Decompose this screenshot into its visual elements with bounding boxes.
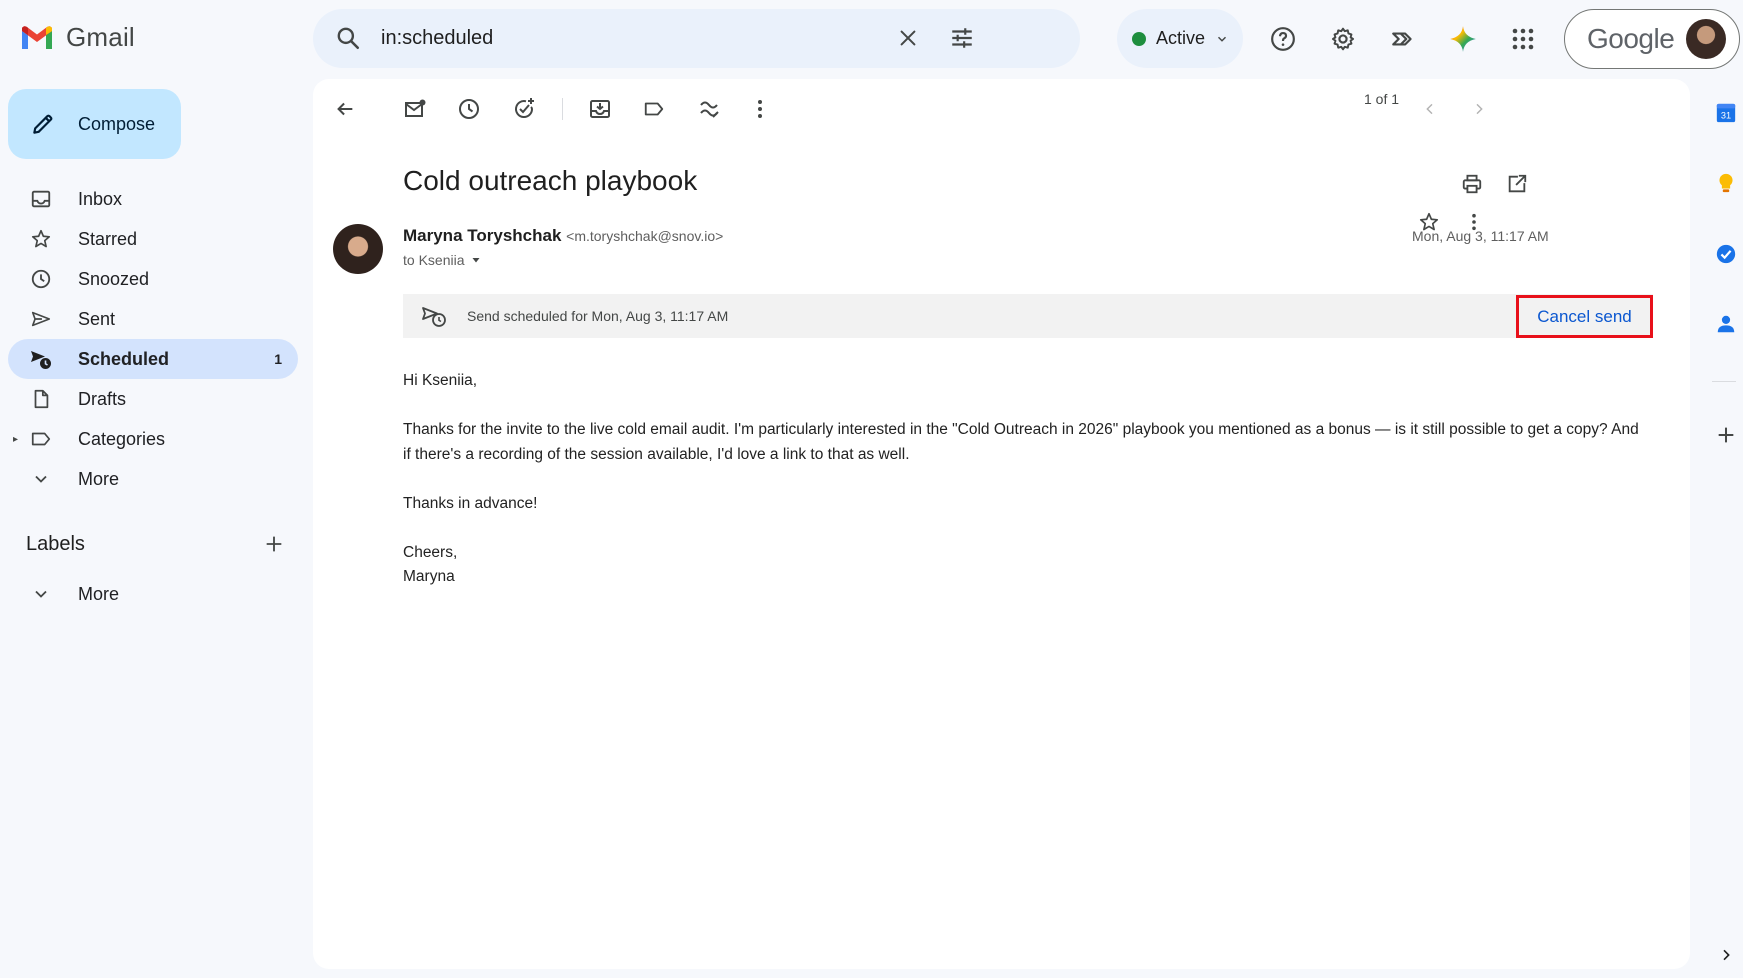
draft-icon [29,387,53,411]
pencil-icon [33,114,53,134]
sidebar-item-starred[interactable]: Starred [8,219,298,259]
gemini-icon[interactable] [1443,19,1483,59]
sidebar-item-categories[interactable]: ▸ Categories [8,419,298,459]
app-name: Gmail [66,22,135,52]
search-input[interactable]: in:scheduled [381,27,493,50]
labels-heading: Labels [26,533,85,555]
toolbar-divider [562,98,563,120]
sidebar-item-more[interactable]: More [8,459,298,499]
google-apps-icon[interactable] [1503,19,1543,59]
labels-more: More [8,574,298,614]
sender-email: <m.toryshchak@snov.io> [566,228,724,244]
star-icon [29,227,53,251]
more-options-icon[interactable] [742,91,778,127]
scheduled-count-badge: 1 [274,351,282,367]
signature: Maryna [403,568,455,585]
tasks-icon[interactable] [1713,241,1739,267]
email-body: Hi Kseniia, Thanks for the invite to the… [403,369,1643,590]
compose-button[interactable]: Compose [8,89,181,159]
recipient-details-dropdown-icon[interactable] [470,254,482,266]
sidebar-item-label: Sent [78,308,116,329]
keep-icon[interactable] [1713,170,1739,196]
sidebar-item-inbox[interactable]: Inbox [8,179,298,219]
newer-chevron-left-icon[interactable] [1412,91,1448,127]
sidebar-item-label: Snoozed [78,268,150,289]
chevron-down-icon [1218,36,1227,42]
clock-icon [29,267,53,291]
help-icon[interactable] [1263,19,1303,59]
apps-script-icon[interactable] [1383,19,1423,59]
sender-avatar[interactable] [333,224,383,274]
status-label: Active [1156,28,1206,48]
get-addons-plus-icon[interactable] [1713,422,1739,448]
pagination-label: 1 of 1 [1364,91,1400,107]
sidebar-item-label: Drafts [78,388,127,409]
open-new-window-icon[interactable] [1499,166,1535,202]
label-icon [29,427,53,451]
gmail-logo[interactable]: Gmail [20,22,135,53]
calendar-icon[interactable]: 31 [1713,100,1739,126]
body-paragraph: Thanks for the invite to the live cold e… [403,421,1639,463]
signoff: Cheers, [403,543,458,561]
schedule-notice: Send scheduled for Mon, Aug 3, 11:17 AM [467,308,729,324]
email-subject: Cold outreach playbook [403,165,698,196]
sidebar-item-sent[interactable]: Sent [8,299,298,339]
account-avatar[interactable] [1686,19,1727,59]
settings-gear-icon[interactable] [1323,19,1363,59]
chevron-down-icon [29,582,53,606]
older-chevron-right-icon[interactable] [1461,91,1497,127]
recipients-label: to Kseniia [403,252,465,268]
sidebar-item-label: More [78,468,120,489]
sidebar-item-label: Scheduled [78,348,170,369]
message-panel: 1 of 1 Cold outreach playbook Maryna Tor… [313,79,1690,969]
snooze-icon[interactable] [451,91,487,127]
account-switcher[interactable]: Google [1564,9,1740,69]
contacts-icon[interactable] [1713,311,1739,337]
search-icon[interactable] [335,25,361,51]
scheduled-send-icon [422,307,446,327]
sender-name[interactable]: Maryna Toryshchak [403,226,561,245]
sidebar-item-drafts[interactable]: Drafts [8,379,298,419]
recipients: to Kseniia [403,252,482,268]
label-as-icon[interactable] [636,91,672,127]
star-icon[interactable] [1411,204,1447,240]
search-bar[interactable]: in:scheduled [313,9,1080,68]
inbox-icon [29,187,53,211]
mark-unread-icon[interactable] [397,91,433,127]
sidebar-nav: Inbox Starred Snoozed Sent Scheduled 1 D… [8,179,298,499]
labels-more-item[interactable]: More [8,574,298,614]
chevron-down-icon [29,467,53,491]
labels-more-label: More [78,583,120,604]
sidebar-item-label: Inbox [78,188,123,209]
scheduled-icon [29,347,53,371]
cancel-send-button[interactable]: Cancel send [1516,295,1653,338]
gmail-m-icon [22,25,52,49]
google-brand: Google [1587,23,1675,54]
add-label-icon[interactable] [263,533,285,555]
body-paragraph: Hi Kseniia, [403,372,478,389]
sidebar-item-label: Categories [78,428,166,449]
sidebar-item-label: Starred [78,228,138,249]
send-icon [29,307,53,331]
sender-info: Maryna Toryshchak <m.toryshchak@snov.io> [403,226,723,246]
compose-label: Compose [78,113,156,134]
print-icon[interactable] [1454,166,1490,202]
status-dot [1132,31,1146,46]
move-to-icon[interactable] [582,91,618,127]
search-options-icon[interactable] [942,18,982,58]
message-more-icon[interactable] [1456,204,1492,240]
body-paragraph: Thanks in advance! [403,494,538,512]
rail-divider [1712,381,1736,382]
add-task-icon[interactable] [506,91,542,127]
filter-messages-icon[interactable] [691,91,727,127]
sidebar-item-scheduled[interactable]: Scheduled 1 [8,339,298,379]
calendar-day: 31 [1721,111,1731,121]
back-arrow-icon[interactable] [327,91,363,127]
sidebar-item-snoozed[interactable]: Snoozed [8,259,298,299]
expand-caret-icon[interactable]: ▸ [13,434,18,445]
clear-search-icon[interactable] [888,18,928,58]
show-side-panel-chevron-icon[interactable] [1713,942,1739,968]
scheduled-send-banner: Send scheduled for Mon, Aug 3, 11:17 AM [403,294,1653,338]
status-selector[interactable]: Active [1117,9,1243,68]
